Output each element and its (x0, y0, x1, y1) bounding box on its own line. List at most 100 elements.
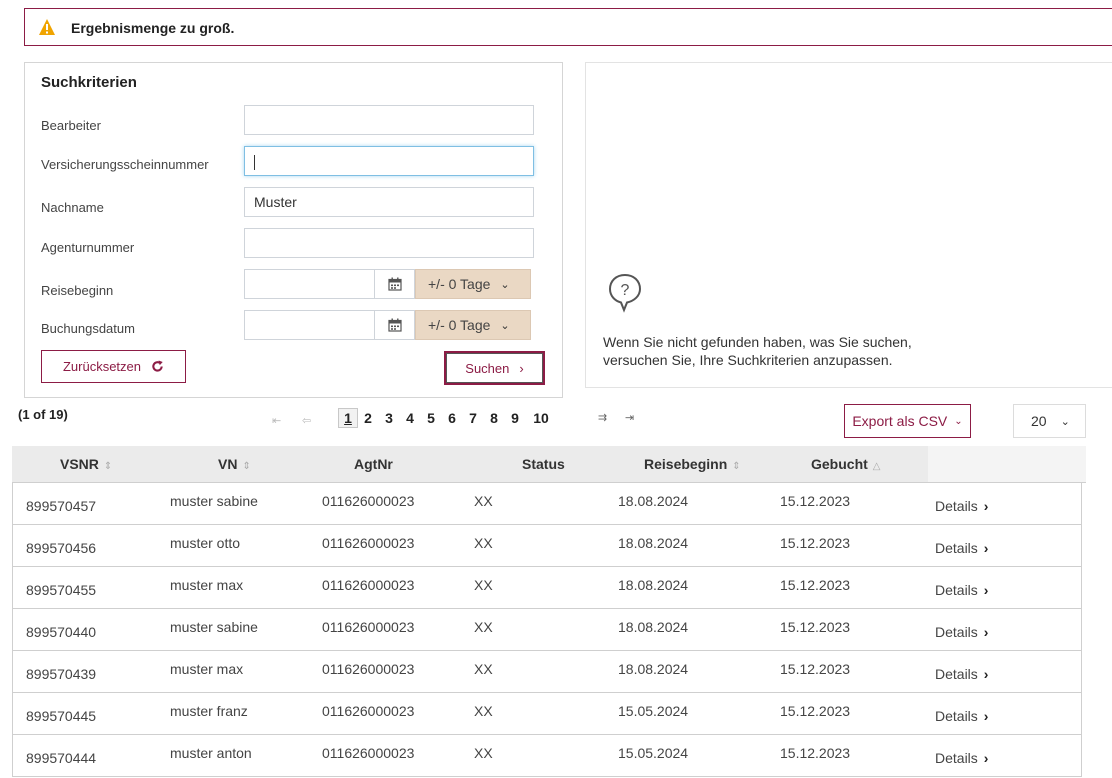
cell-vn: muster franz (170, 703, 248, 719)
label-agenturnummer: Agenturnummer (41, 240, 135, 255)
cell-gebucht: 15.12.2023 (780, 703, 851, 719)
table-row[interactable]: 899570444 muster anton 011626000023 XX 15.05… (12, 735, 1082, 777)
cell-agtnr: 011626000023 (322, 661, 415, 677)
chevron-right-icon: › (519, 360, 524, 376)
cell-vsnr: 899570457 (26, 498, 97, 514)
page-2[interactable]: 2 (359, 410, 377, 426)
label-reisebeginn: Reisebeginn (41, 283, 114, 298)
cell-vn: muster otto (170, 535, 241, 551)
col-vsnr[interactable]: VSNR ⇕ (60, 446, 112, 482)
cell-reisebeginn: 18.08.2024 (618, 493, 689, 509)
page-5[interactable]: 5 (422, 410, 440, 426)
details-link[interactable]: Details › (935, 582, 988, 598)
reisebeginn-input[interactable] (244, 269, 375, 299)
col-vn[interactable]: VN ⇕ (218, 446, 251, 482)
first-page-button[interactable]: ⇤ (272, 414, 281, 427)
cell-vsnr: 899570439 (26, 666, 97, 682)
page-8[interactable]: 8 (485, 410, 503, 426)
table-row[interactable]: 899570445 muster franz 011626000023 XX 15.05… (12, 693, 1082, 735)
cell-reisebeginn: 18.08.2024 (618, 535, 689, 551)
details-link-label: Details (935, 498, 978, 514)
cell-vn: muster sabine (170, 619, 258, 635)
rows-per-page-value: 20 (1031, 413, 1047, 429)
chevron-right-icon: › (983, 624, 989, 640)
table-row[interactable]: 899570439 muster max 011626000023 XX 18.08.2… (12, 651, 1082, 693)
search-criteria-panel: Suchkriterien Bearbeiter Versicherungssc… (24, 62, 563, 398)
cell-gebucht: 15.12.2023 (780, 661, 851, 677)
sort-icon: ⇕ (103, 461, 113, 472)
cell-vn: muster max (170, 577, 244, 593)
question-icon: ? (608, 273, 642, 313)
refresh-icon (152, 360, 163, 372)
info-text-line2: versuchen Sie, Ihre Suchkriterien anzupa… (603, 352, 893, 368)
info-panel: ? Wenn Sie nicht gefunden haben, was Sie… (585, 62, 1112, 388)
page-1[interactable]: 1 (338, 408, 358, 428)
cell-gebucht: 15.12.2023 (780, 619, 851, 635)
reset-button[interactable]: Zurücksetzen (41, 350, 186, 383)
details-link[interactable]: Details › (935, 750, 988, 766)
svg-text:?: ? (621, 282, 630, 299)
reisebeginn-range-select[interactable]: +/- 0 Tage ⌄ (415, 269, 531, 299)
buchungsdatum-calendar-button[interactable] (375, 310, 415, 340)
sort-icon: ⇕ (242, 461, 251, 472)
search-button[interactable]: Suchen › (444, 351, 545, 385)
export-csv-button[interactable]: Export als CSV ⌄ (844, 404, 971, 438)
next-page-icon[interactable]: ⇉ (598, 411, 607, 424)
cell-agtnr: 011626000023 (322, 577, 415, 593)
details-link[interactable]: Details › (935, 666, 988, 682)
search-button-label: Suchen (465, 360, 510, 376)
buchungsdatum-range-select[interactable]: +/- 0 Tage ⌄ (415, 310, 531, 340)
cell-status: XX (474, 577, 493, 593)
buchungsdatum-range-value: +/- 0 Tage (428, 317, 491, 333)
versicherungsscheinnummer-input[interactable] (244, 146, 534, 176)
result-too-large-alert: Ergebnismenge zu groß. (24, 8, 1112, 46)
col-status: Status (522, 456, 565, 472)
label-bearbeiter: Bearbeiter (41, 118, 101, 133)
label-versicherungsscheinnummer: Versicherungsscheinnummer (41, 157, 209, 172)
rows-per-page-select[interactable]: 20 ⌄ (1013, 404, 1086, 438)
page-3[interactable]: 3 (380, 410, 398, 426)
nachname-input[interactable]: Muster (244, 187, 534, 217)
chevron-right-icon: › (983, 540, 989, 556)
last-page-icon[interactable]: ⇥ (625, 411, 634, 424)
page-6[interactable]: 6 (443, 410, 461, 426)
cell-reisebeginn: 18.08.2024 (618, 577, 689, 593)
cell-vn: muster sabine (170, 493, 258, 509)
reisebeginn-calendar-button[interactable] (375, 269, 415, 299)
col-vn-label: VN (218, 456, 238, 472)
page-10[interactable]: 10 (527, 410, 555, 426)
details-link[interactable]: Details › (935, 624, 988, 640)
record-count: (1 of 19) (18, 407, 68, 422)
details-link-label: Details (935, 666, 978, 682)
buchungsdatum-input[interactable] (244, 310, 375, 340)
table-row[interactable]: 899570457 muster sabine 011626000023 XX 18.0… (12, 483, 1082, 525)
table-row[interactable]: 899570455 muster max 011626000023 XX 18.08.2… (12, 567, 1082, 609)
details-link-label: Details (935, 624, 978, 640)
col-gebucht[interactable]: Gebucht △ (811, 446, 880, 482)
col-reisebeginn[interactable]: Reisebeginn ⇕ (644, 446, 741, 482)
prev-page-button[interactable]: ⇦ (302, 414, 311, 427)
details-link[interactable]: Details › (935, 708, 988, 724)
table-row[interactable]: 899570456 muster otto 011626000023 XX 18.08.… (12, 525, 1082, 567)
cell-agtnr: 011626000023 (322, 493, 415, 509)
table-row[interactable]: 899570440 muster sabine 011626000023 XX 18.0… (12, 609, 1082, 651)
agenturnummer-input[interactable] (244, 228, 534, 258)
sort-asc-icon: △ (872, 461, 881, 472)
calendar-icon (387, 277, 402, 291)
chevron-right-icon: › (983, 498, 989, 514)
col-reisebeginn-label: Reisebeginn (644, 456, 728, 472)
details-link-label: Details (935, 750, 978, 766)
chevron-right-icon: › (983, 666, 989, 682)
details-link[interactable]: Details › (935, 498, 988, 514)
col-gebucht-label: Gebucht (811, 456, 868, 472)
page-9[interactable]: 9 (506, 410, 524, 426)
search-panel-title: Suchkriterien (41, 74, 137, 91)
bearbeiter-input[interactable] (244, 105, 534, 135)
page-7[interactable]: 7 (464, 410, 482, 426)
cell-status: XX (474, 535, 493, 551)
cell-status: XX (474, 661, 493, 677)
page-4[interactable]: 4 (401, 410, 419, 426)
cell-agtnr: 011626000023 (322, 703, 415, 719)
details-link[interactable]: Details › (935, 540, 988, 556)
col-actions (928, 446, 1086, 482)
